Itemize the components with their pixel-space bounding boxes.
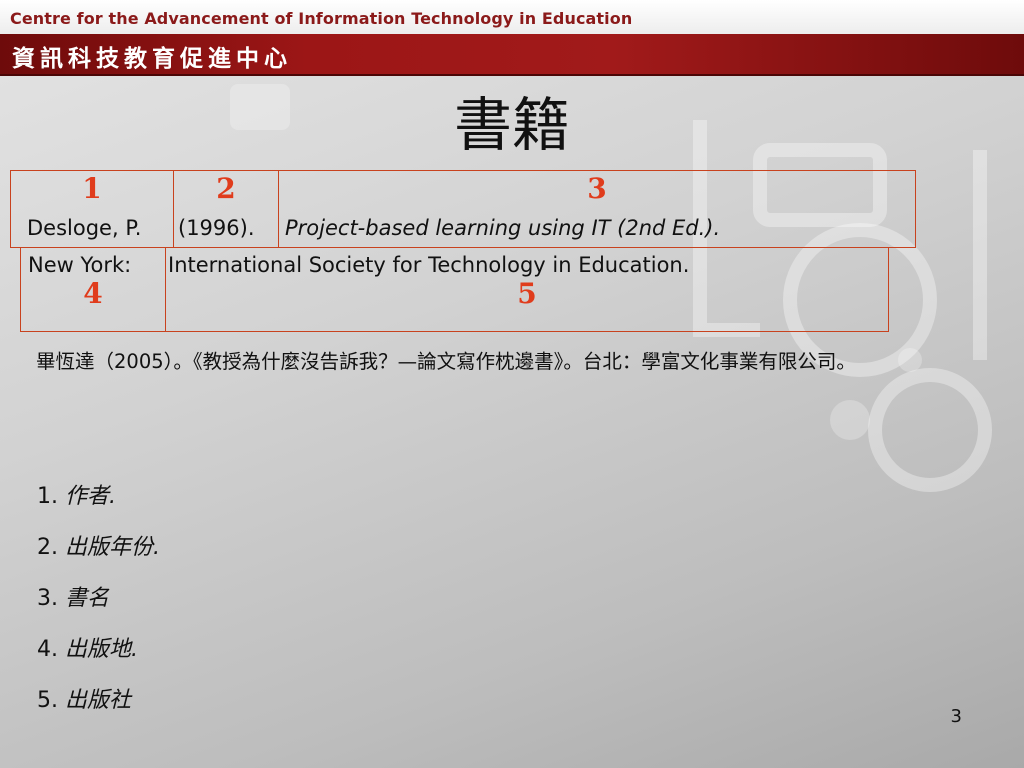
legend-item: 4. 出版地. <box>37 631 160 682</box>
label-number-5: 5 <box>517 277 537 310</box>
legend-label: 出版社 <box>65 688 132 713</box>
citation-year: (1996). <box>178 216 255 240</box>
legend-item: 1. 作者. <box>37 478 160 529</box>
legend-label: 出版地. <box>65 637 138 662</box>
legend-number: 4. <box>37 637 58 662</box>
org-name-english: Centre for the Advancement of Informatio… <box>10 9 633 28</box>
page-number: 3 <box>950 706 962 727</box>
label-number-3: 3 <box>587 172 607 205</box>
citation-publisher: International Society for Technology in … <box>168 253 690 277</box>
legend-number: 2. <box>37 535 58 560</box>
org-name-chinese: 資訊科技教育促進中心 <box>12 46 292 72</box>
legend-item: 3. 書名 <box>37 580 160 631</box>
legend-number: 1. <box>37 484 58 509</box>
slide-title: 書籍 <box>453 91 570 159</box>
label-number-1: 1 <box>82 172 102 205</box>
legend-number: 3. <box>37 586 58 611</box>
legend-label: 作者. <box>65 484 116 509</box>
legend-label: 出版年份. <box>65 535 160 560</box>
citation-book-title: Project-based learning using IT (2nd Ed.… <box>285 216 721 240</box>
label-number-2: 2 <box>216 172 236 205</box>
chinese-reference-example: 畢恆達（2005）。《教授為什麼沒告訴我？—論文寫作枕邊書》。台北：學富文化事業… <box>36 350 856 373</box>
slide: Centre for the Advancement of Informatio… <box>0 0 1024 768</box>
legend-list: 1. 作者. 2. 出版年份. 3. 書名 4. 出版地. 5. 出版社 <box>37 478 160 733</box>
label-number-4: 4 <box>83 277 103 310</box>
citation-place: New York: <box>28 253 132 277</box>
citation-author: Desloge, P. <box>27 216 142 240</box>
legend-item: 5. 出版社 <box>37 682 160 733</box>
legend-number: 5. <box>37 688 58 713</box>
legend-item: 2. 出版年份. <box>37 529 160 580</box>
legend-label: 書名 <box>65 586 110 611</box>
